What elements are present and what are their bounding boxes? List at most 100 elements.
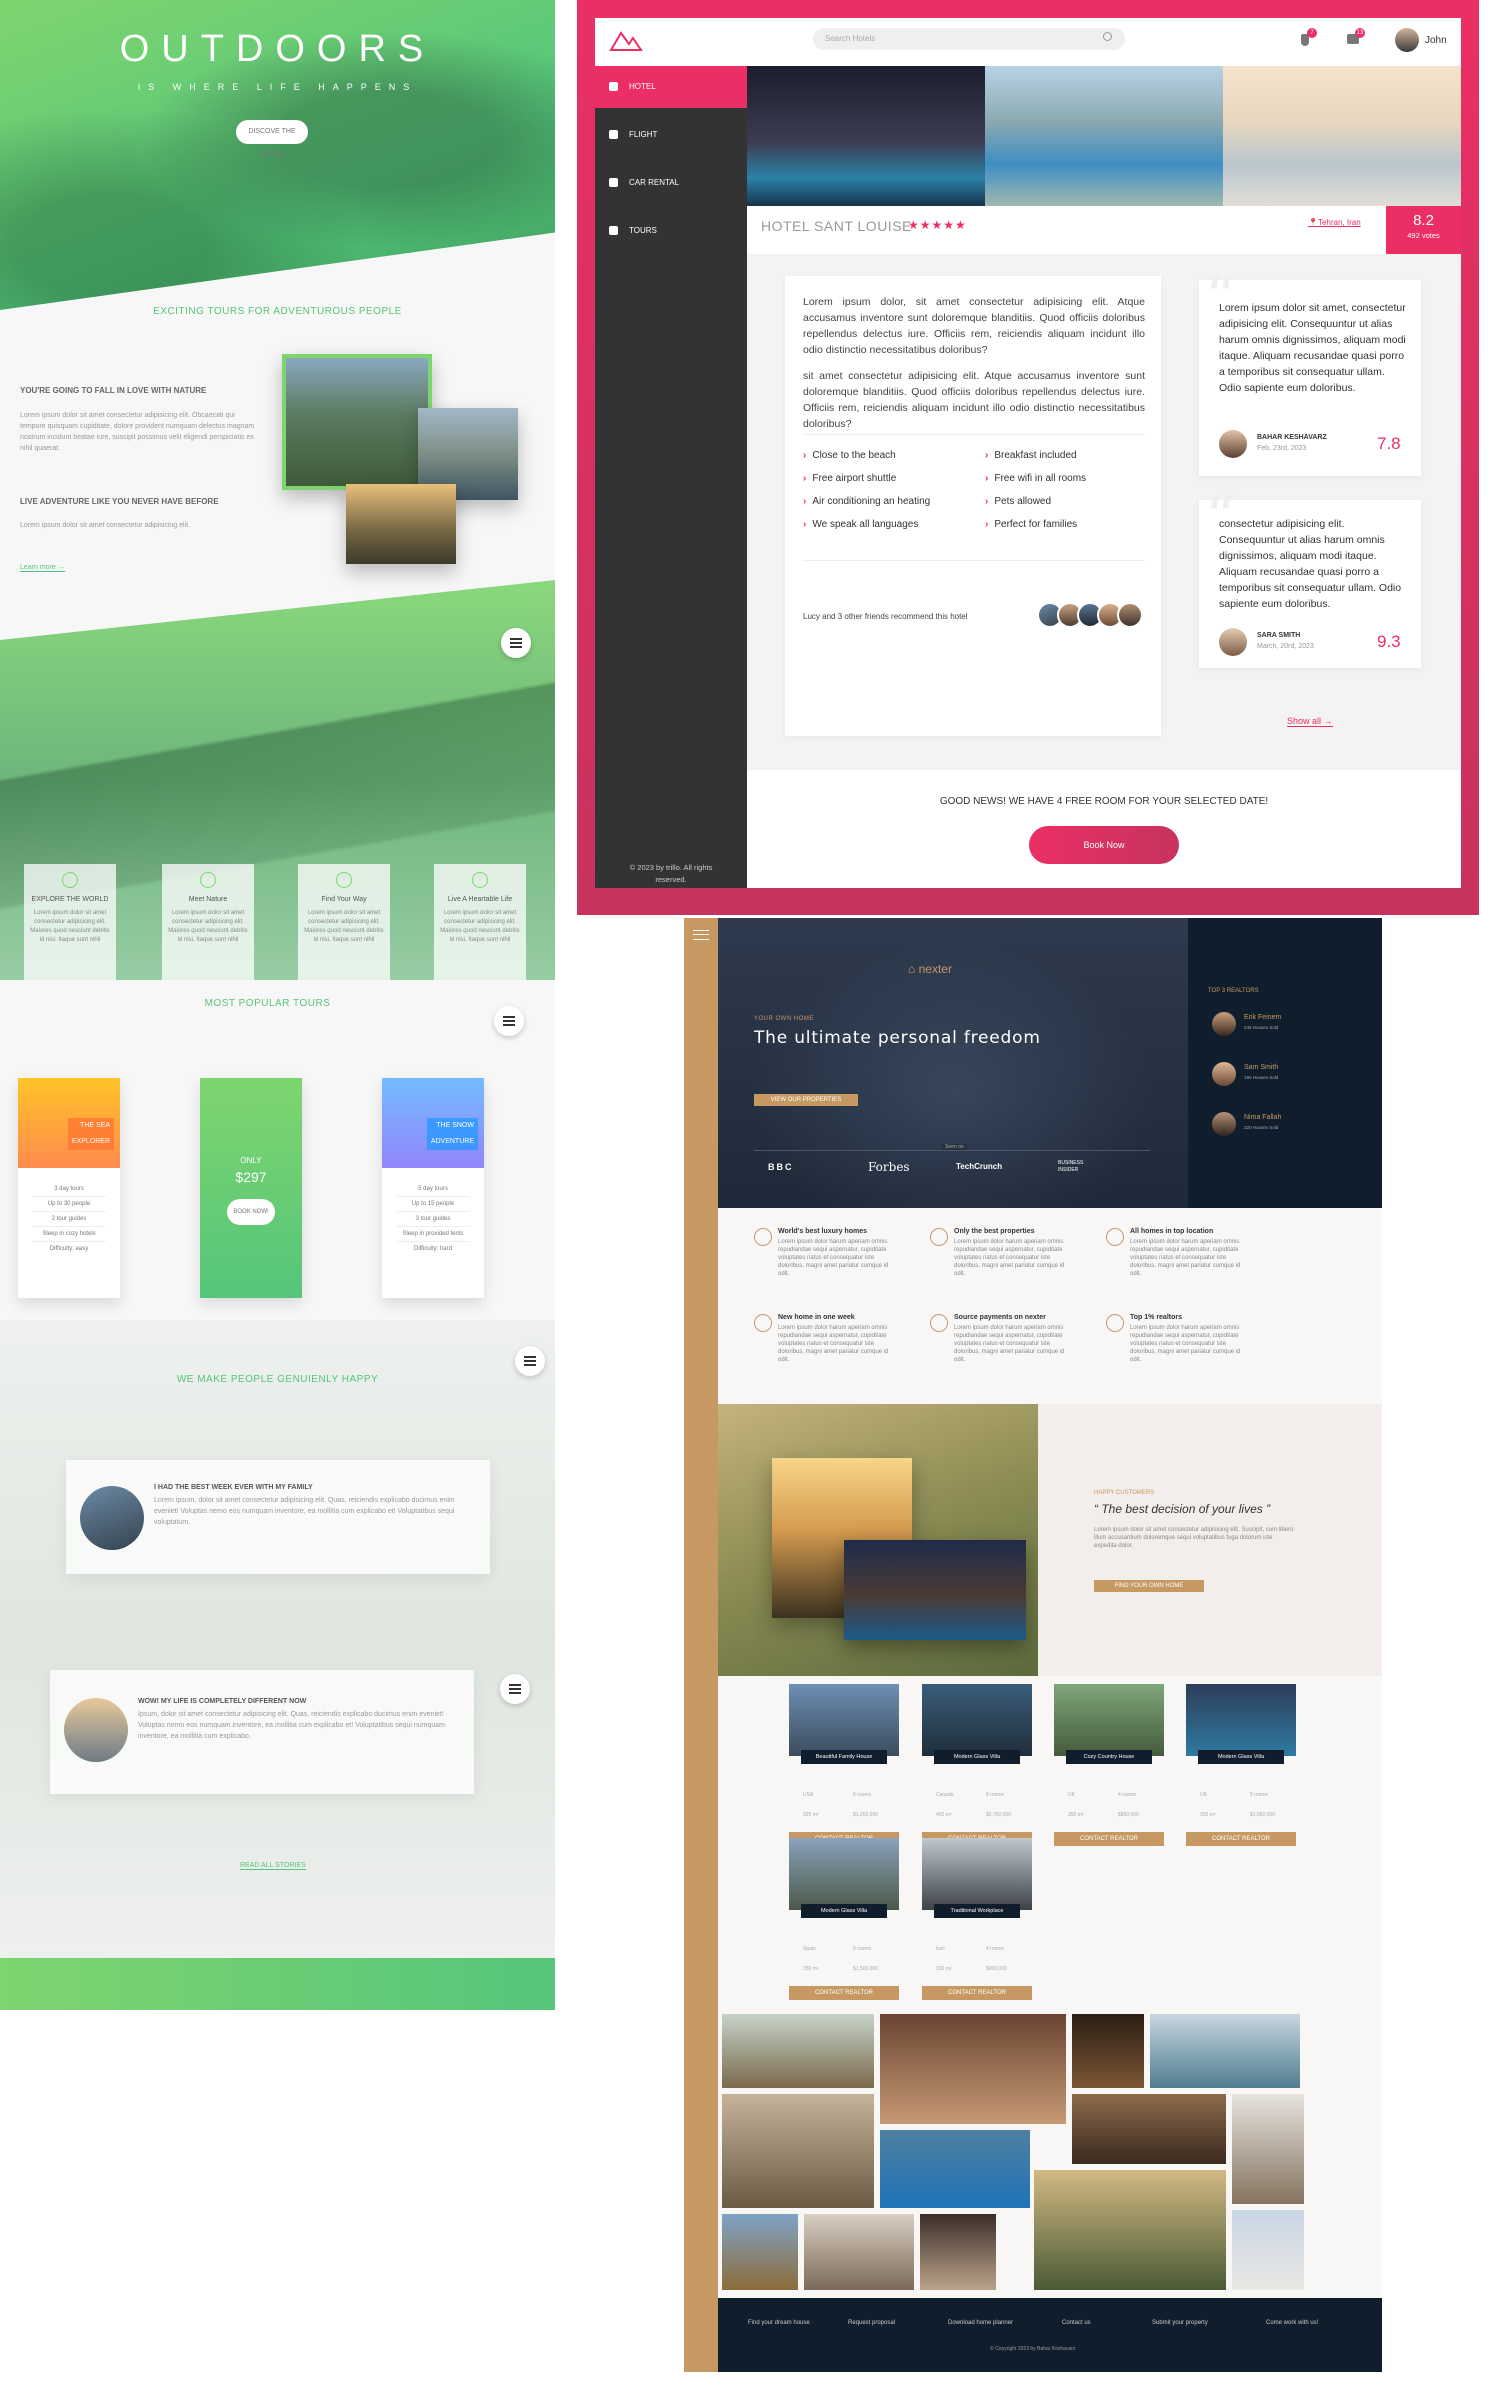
menu-button[interactable] <box>515 1346 545 1376</box>
leaf-icon <box>200 872 216 888</box>
realtor-name[interactable]: Sam Smith <box>1244 1064 1278 1071</box>
about-title-1: YOU'RE GOING TO FALL IN LOVE WITH NATURE <box>20 386 207 395</box>
home-card[interactable]: Modern Glass Villa Spain 5 rooms 350 m² $1,5… <box>789 1838 899 2000</box>
tour-detail: Difficulty: hard <box>414 1246 452 1252</box>
read-all-stories-link[interactable]: READ ALL STORIES <box>240 1862 306 1870</box>
seen-on-label: Seen on <box>942 1144 967 1150</box>
feature-text: Lorem ipsum dolor harum aperiam omnis re… <box>778 1325 889 1363</box>
gallery-image[interactable] <box>804 2214 914 2290</box>
globe-icon <box>754 1228 772 1246</box>
nav-tours[interactable]: TOURS <box>595 210 747 252</box>
contact-realtor-button[interactable]: CONTACT REALTOR <box>1054 1832 1164 1846</box>
footer-link[interactable]: Contact us <box>1062 2320 1091 2326</box>
stories-heading: WE MAKE PEOPLE GENUIENLY HAPPY <box>176 1374 379 1385</box>
location-link[interactable]: 📍Tehran, Iran <box>1308 218 1361 227</box>
gallery-image[interactable] <box>1034 2170 1226 2290</box>
map-icon <box>336 872 352 888</box>
book-now-button[interactable]: Book Now <box>1029 826 1179 864</box>
gallery-image[interactable] <box>1072 2094 1226 2164</box>
description-paragraph: sit amet consectetur adipisicing elit. A… <box>803 370 1145 430</box>
home-card[interactable]: Modern Glass Villa UK 5 rooms 300 m² $1,950,… <box>1186 1684 1296 1846</box>
nav-car-rental[interactable]: CAR RENTAL <box>595 162 747 204</box>
gallery-image[interactable] <box>1232 2210 1304 2290</box>
feature-text: Lorem ipsum dolor sit amet consectetur a… <box>30 910 110 943</box>
feature-title: Meet Nature <box>188 896 228 903</box>
review-score: 9.3 <box>1377 632 1401 651</box>
home-rooms: 5 rooms <box>1250 1792 1269 1798</box>
home-card[interactable]: Cozy Country House UK 4 rooms 250 m² $850,00… <box>1054 1684 1164 1846</box>
gallery-image[interactable] <box>920 2214 996 2290</box>
nav-hotel[interactable]: HOTEL <box>595 66 747 108</box>
gallery-photo[interactable] <box>747 66 985 206</box>
realtor-name[interactable]: Erik Feinem <box>1244 1014 1281 1021</box>
gallery-image[interactable] <box>880 2014 1066 2124</box>
home-name: Cozy Country House <box>1066 1750 1152 1764</box>
book-now-button[interactable]: BOOK NOW! <box>227 1199 275 1225</box>
home-card[interactable]: Traditional Workplace Iran 4 rooms 300 m² $9… <box>922 1838 1032 2000</box>
story-text: Lorem ipsum, dolor sit amet consectetur … <box>154 1497 455 1526</box>
trillo-app: Search Hotels 7 13 John HOTEL FLIGHT CAR… <box>595 18 1461 888</box>
home-area: 250 m² <box>1068 1812 1084 1818</box>
search-input[interactable]: Search Hotels <box>813 28 1125 50</box>
review-text: consectetur adipisicing elit. Consequunt… <box>1219 518 1402 610</box>
gallery-photo[interactable] <box>1223 66 1461 206</box>
key-icon <box>609 178 618 187</box>
gallery-image[interactable] <box>1150 2014 1300 2088</box>
divider <box>803 560 1145 561</box>
contact-realtor-button[interactable]: CONTACT REALTOR <box>922 1986 1032 2000</box>
nav-flight[interactable]: FLIGHT <box>595 114 747 156</box>
gallery-photo[interactable] <box>985 66 1223 206</box>
feature-title: World's best luxury homes <box>778 1228 868 1235</box>
story-text: Ipsum, dolor sit amet consectetur adipis… <box>138 1711 446 1740</box>
feature-title: EXPLORE THE WORLD <box>31 896 109 903</box>
home-name: Modern Glass Villa <box>1198 1750 1284 1764</box>
show-all-reviews-link[interactable]: Show all → <box>1287 716 1333 727</box>
learn-more-link[interactable]: Learn more → <box>20 564 65 572</box>
heart-icon <box>472 872 488 888</box>
menu-button[interactable] <box>500 1674 530 1704</box>
footer-link[interactable]: Download home planner <box>948 2320 1013 2326</box>
story-avatar <box>64 1698 128 1762</box>
footer-link[interactable]: Request proposal <box>848 2320 895 2326</box>
search-icon[interactable] <box>1103 32 1112 41</box>
amenity-item: Free wifi in all rooms <box>985 473 1155 496</box>
gallery <box>722 2014 1378 2296</box>
nav-label: TOURS <box>629 226 657 235</box>
find-home-button[interactable]: FIND YOUR OWN HOME <box>1094 1580 1204 1592</box>
gallery-image[interactable] <box>880 2130 1030 2208</box>
amenity-item: Air conditioning an heating <box>803 496 983 519</box>
footer-link[interactable]: Come work with us! <box>1266 2320 1318 2326</box>
contact-realtor-button[interactable]: CONTACT REALTOR <box>789 1986 899 2000</box>
home-card[interactable]: Modern Glass Villa Canada 6 rooms 450 m² $2,… <box>922 1684 1032 1846</box>
realtor-name[interactable]: Nima Fallah <box>1244 1114 1281 1121</box>
view-properties-button[interactable]: VIEW OUR PROPERTIES <box>754 1094 858 1106</box>
hamburger-icon[interactable] <box>693 930 709 940</box>
nav-label: HOTEL <box>629 82 656 91</box>
features-section: World's best luxury homes Lorem ipsum dol… <box>718 1208 1382 1404</box>
contact-realtor-button[interactable]: CONTACT REALTOR <box>1186 1832 1296 1846</box>
footer-link[interactable]: Find your dream house <box>748 2320 810 2326</box>
home-card[interactable]: Beautiful Family House USA 5 rooms 325 m² $1… <box>789 1684 899 1846</box>
footer-band <box>0 1958 555 2010</box>
menu-button[interactable] <box>494 1006 524 1036</box>
user-avatar[interactable] <box>1395 28 1419 52</box>
gallery-image[interactable] <box>722 2014 874 2088</box>
footer-link[interactable]: Submit your property <box>1152 2320 1208 2326</box>
gallery-image[interactable] <box>722 2094 874 2208</box>
menu-button[interactable] <box>501 628 531 658</box>
amenity-item: Free airport shuttle <box>803 473 983 496</box>
gallery-image[interactable] <box>1232 2094 1304 2204</box>
globe-icon <box>62 872 78 888</box>
feature-title: Top 1% realtors <box>1130 1314 1182 1321</box>
discover-tours-button[interactable]: DISCOVE THE TOURS <box>236 120 308 159</box>
review-score: 7.8 <box>1377 434 1401 453</box>
home-icon <box>609 82 618 91</box>
story-content: WOW! MY LIFE IS COMPLETELY DIFFERENT NOW… <box>138 1698 458 1742</box>
rating-votes: 492 votes <box>1407 231 1440 240</box>
tours-heading: MOST POPULAR TOURS <box>204 998 331 1009</box>
tour-detail: 3 day tours <box>32 1182 106 1197</box>
gallery-image[interactable] <box>722 2214 798 2290</box>
feature-text: Lorem ipsum dolor harum aperiam omnis re… <box>778 1239 889 1277</box>
gallery-image[interactable] <box>1072 2014 1144 2088</box>
user-name[interactable]: John <box>1425 35 1447 46</box>
